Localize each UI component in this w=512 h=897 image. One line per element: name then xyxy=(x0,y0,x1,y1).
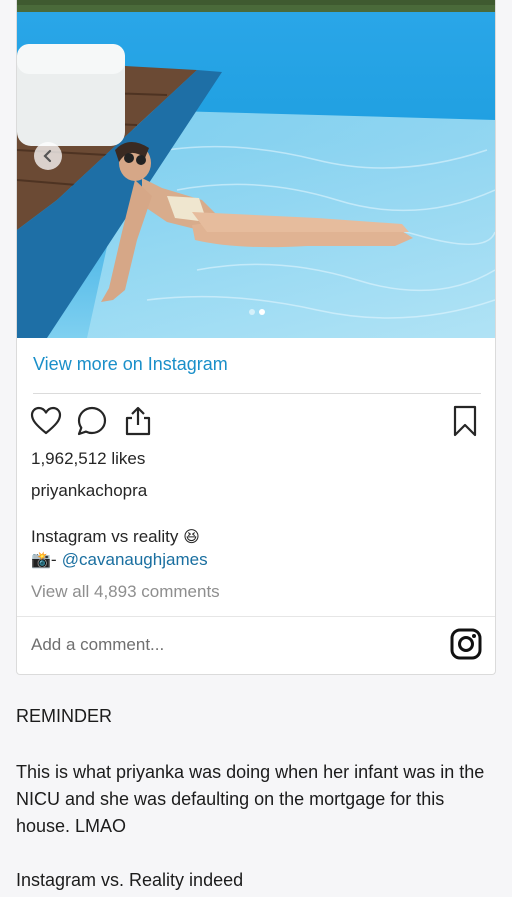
camera-flash-emoji: 📸- xyxy=(31,550,62,569)
view-more-link[interactable]: View more on Instagram xyxy=(33,354,228,375)
chevron-left-icon xyxy=(43,149,52,163)
share-icon xyxy=(125,406,151,436)
bookmark-icon xyxy=(453,405,477,437)
comment-button[interactable] xyxy=(75,404,109,438)
share-button[interactable] xyxy=(121,404,155,438)
heart-icon xyxy=(30,406,62,435)
action-bar xyxy=(29,404,155,438)
carousel-prev-button[interactable] xyxy=(34,142,62,170)
caption-line1: Instagram vs reality xyxy=(31,527,179,546)
like-count: 1,962,512 likes xyxy=(31,449,146,468)
instagram-link[interactable] xyxy=(449,627,483,661)
view-comments-link[interactable]: View all 4,893 comments xyxy=(31,582,220,602)
carousel-dot xyxy=(249,309,255,315)
save-button[interactable] xyxy=(448,404,482,438)
carousel-dot-active xyxy=(259,309,265,315)
post-paragraph: This is what priyanka was doing when her… xyxy=(16,762,485,836)
post-photo[interactable] xyxy=(17,0,495,338)
caption-text: Instagram vs reality 😆 xyxy=(31,527,200,547)
add-comment-field[interactable]: Add a comment... xyxy=(31,635,164,655)
comment-icon xyxy=(77,406,107,436)
reminder-heading: REMINDER xyxy=(16,706,113,726)
divider xyxy=(33,393,481,394)
caption-credit: 📸- @cavanaughjames xyxy=(31,550,208,570)
divider xyxy=(17,616,495,617)
instagram-embed-card: View more on Instagram 1,962,512 likes p… xyxy=(16,0,496,675)
laughing-emoji: 😆 xyxy=(183,527,200,546)
like-button[interactable] xyxy=(29,404,63,438)
carousel-dots xyxy=(17,309,495,315)
post-closing: Instagram vs. Reality indeed xyxy=(16,870,244,890)
mention-link[interactable]: @cavanaughjames xyxy=(62,550,208,569)
username-link[interactable]: priyankachopra xyxy=(31,481,147,501)
instagram-icon xyxy=(450,628,482,660)
